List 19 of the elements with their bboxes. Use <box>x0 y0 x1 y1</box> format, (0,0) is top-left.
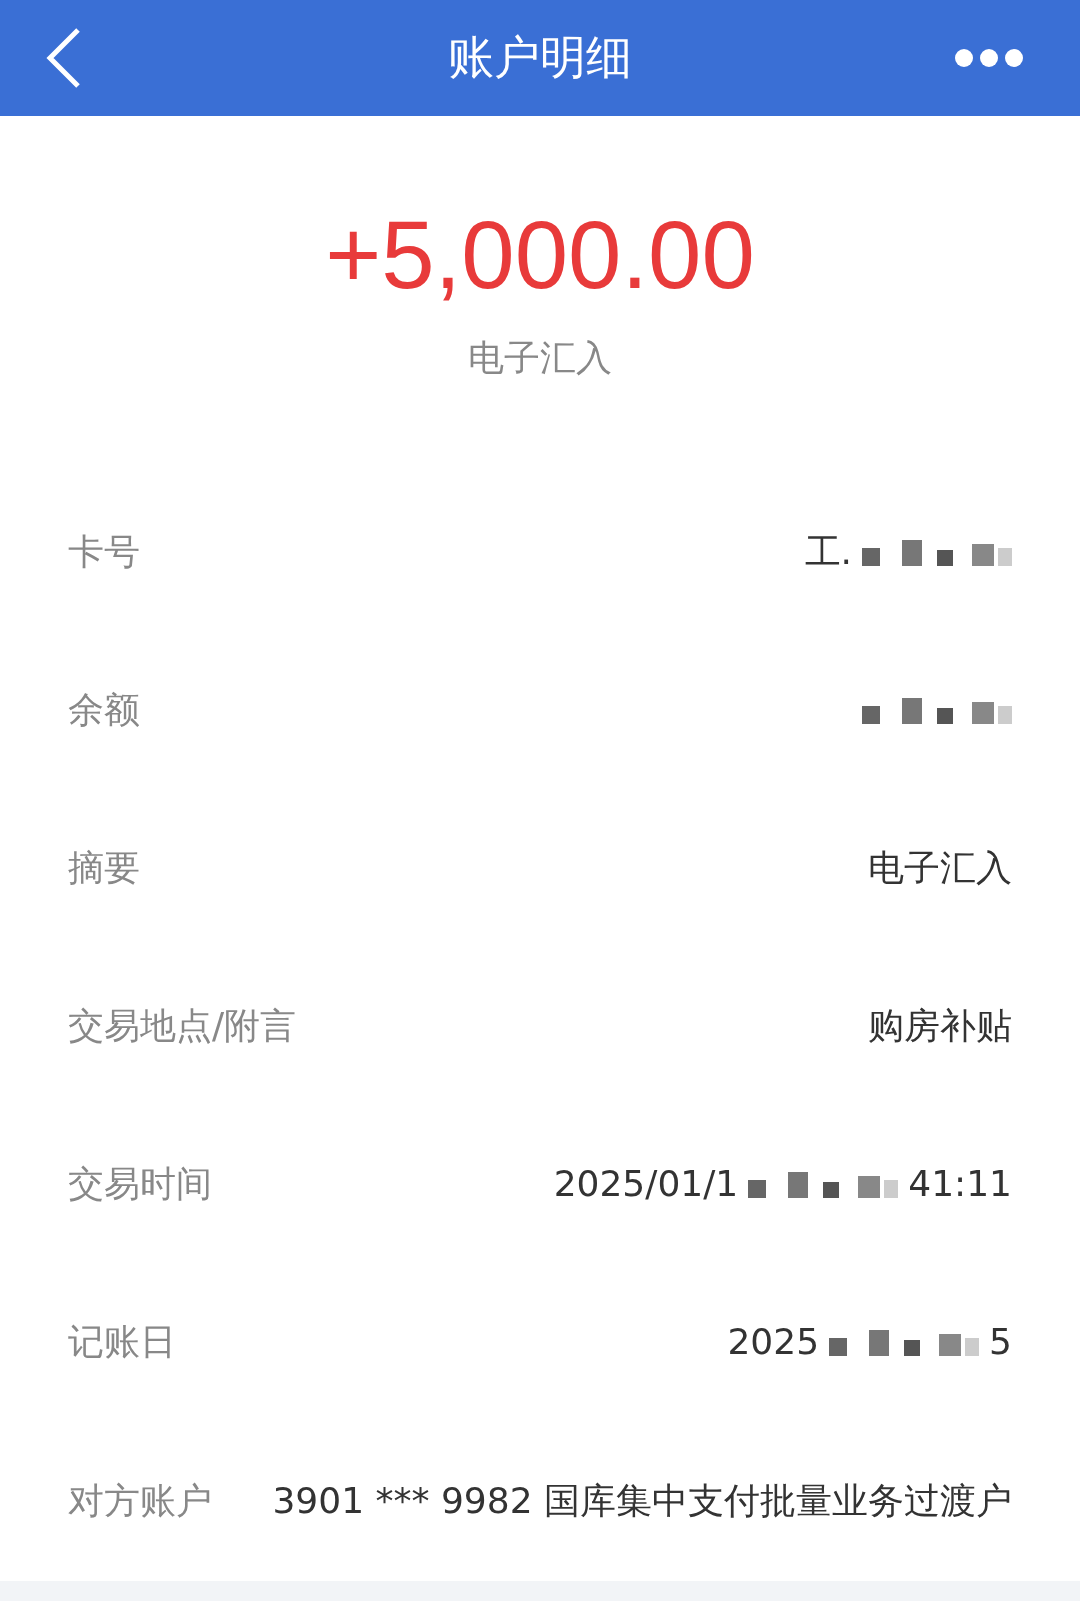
field-label: 交易时间 <box>68 1161 212 1206</box>
field-value: 3901 *** 9982 国库集中支付批量业务过渡户 <box>272 1478 1012 1523</box>
field-value: 电子汇入 <box>868 845 1012 890</box>
field-value: 2025 <box>727 1319 820 1364</box>
page-title: 账户明细 <box>448 29 632 86</box>
field-value: 2025/01/1 <box>553 1161 739 1206</box>
field-label: 卡号 <box>68 529 140 574</box>
field-label: 余额 <box>68 687 140 732</box>
field-value: 工. <box>804 529 852 574</box>
field-value: 购房补贴 <box>868 1003 1012 1048</box>
field-label: 交易地点/附言 <box>68 1003 297 1048</box>
field-value: 5 <box>989 1319 1012 1364</box>
more-icon[interactable] <box>954 48 1024 68</box>
field-label: 记账日 <box>68 1319 176 1364</box>
transaction-type: 电子汇入 <box>468 336 612 380</box>
amount: +5,000.00 <box>325 200 755 310</box>
field-label: 摘要 <box>68 845 140 890</box>
field-value: 41:11 <box>908 1161 1012 1206</box>
field-label: 对方账户 <box>68 1478 212 1523</box>
